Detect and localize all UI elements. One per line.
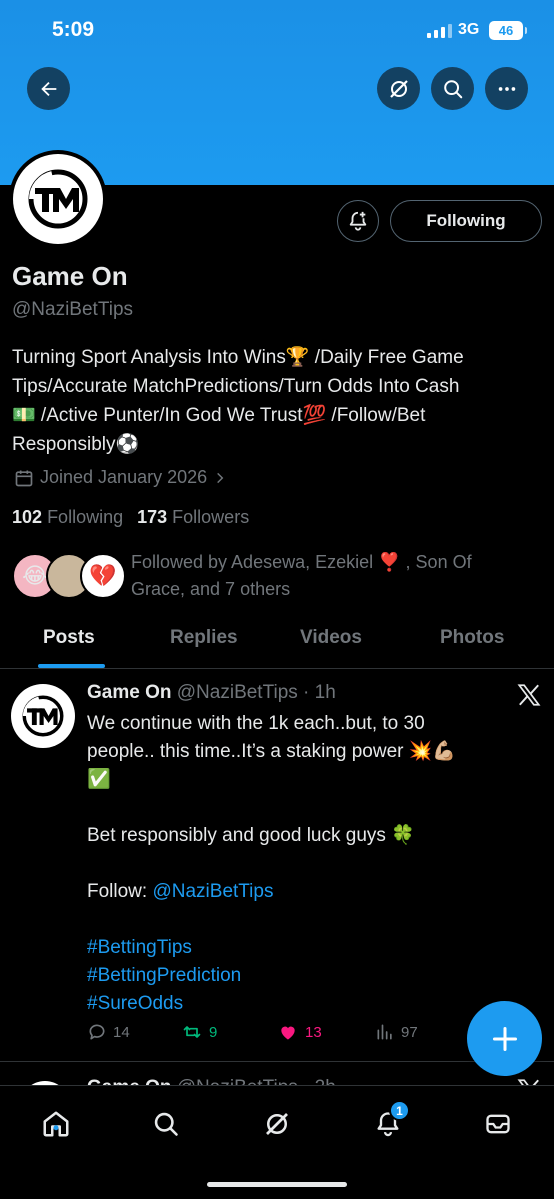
post-text: ✅: [87, 769, 111, 790]
followers-stat[interactable]: 173 Followers: [137, 507, 249, 528]
post-header: Game On @NaziBetTips · 2h: [87, 1077, 336, 1085]
more-icon: [498, 86, 515, 91]
plus-icon: [492, 1026, 517, 1051]
joined-text: Joined January 2026: [40, 467, 208, 487]
search-icon: [154, 1112, 178, 1136]
post-author-handle[interactable]: @NaziBetTips: [177, 682, 298, 703]
grok-button[interactable]: [377, 67, 420, 110]
reply-count: 14: [113, 1023, 130, 1041]
post-meta: @NaziBetTips · 2h: [177, 1077, 336, 1085]
reply-icon: [89, 1024, 105, 1040]
notification-badge: 1: [389, 1100, 410, 1121]
nav-search[interactable]: [146, 1104, 186, 1144]
bio-line: 💵 /Active Punter/In God We Trust💯 /Follo…: [12, 405, 426, 426]
grok-icon: [389, 79, 408, 98]
repost-button[interactable]: 9: [181, 1022, 217, 1042]
battery-icon: 46: [489, 21, 527, 40]
following-button[interactable]: Following: [390, 200, 542, 242]
profile-handle: @NaziBetTips: [12, 299, 134, 320]
status-bar: 5:09 3G 46: [0, 0, 554, 60]
network-type: 3G: [458, 21, 480, 38]
view-count: 97: [401, 1023, 418, 1041]
post-author-name[interactable]: Game On: [87, 682, 171, 703]
bio-line: Responsibly⚽: [12, 434, 140, 455]
bell-add-icon: [349, 211, 367, 231]
reply-button[interactable]: 14: [87, 1022, 130, 1042]
post-text: Follow:: [87, 881, 153, 902]
joined-date[interactable]: Joined January 2026: [14, 467, 227, 488]
repost-icon: [183, 1026, 201, 1038]
post-text: people.. this time..It’s a staking power…: [87, 741, 457, 762]
nav-notifications[interactable]: 1: [368, 1100, 410, 1144]
home-icon: [43, 1111, 69, 1137]
follow-stats: 102 Following 173 Followers: [12, 507, 249, 528]
following-count: 102: [12, 507, 43, 527]
following-stat[interactable]: 102 Following: [12, 507, 123, 528]
compose-button[interactable]: [467, 1001, 542, 1076]
tab-posts[interactable]: Posts: [43, 627, 95, 649]
post-header: Game On @NaziBetTips · 1h: [87, 682, 336, 704]
followers-count: 173: [137, 507, 168, 527]
views-icon: [377, 1024, 392, 1040]
search-button[interactable]: [431, 67, 474, 110]
hashtag-link[interactable]: #SureOdds: [87, 990, 527, 1018]
tab-photos[interactable]: Photos: [440, 627, 504, 649]
hashtag-link[interactable]: #BettingPrediction: [87, 962, 527, 990]
mention-link[interactable]: @NaziBetTips: [152, 881, 273, 902]
back-arrow-icon: [40, 81, 56, 96]
next-post[interactable]: Game On @NaziBetTips · 2h: [0, 1063, 554, 1085]
calendar-icon: [15, 470, 33, 486]
search-icon: [443, 79, 462, 98]
more-button[interactable]: [485, 67, 528, 110]
like-count: 13: [305, 1023, 322, 1041]
tm-logo-icon: [28, 169, 88, 229]
followed-by-avatars: 😂 💔: [12, 553, 126, 599]
post-separator: ·: [297, 682, 315, 703]
bio-line: Tips/Accurate MatchPredictions/Turn Odds…: [12, 376, 460, 397]
post[interactable]: Game On @NaziBetTips · 1h We continue wi…: [0, 670, 554, 1062]
views-button[interactable]: 97: [375, 1022, 418, 1042]
followed-by-text: Followed by Adesewa, Ezekiel ❣️ , Son Of…: [131, 552, 472, 599]
post-follow-line: Follow: @NaziBetTips: [87, 878, 527, 906]
tm-logo-icon: [22, 695, 64, 737]
post-avatar[interactable]: [11, 684, 75, 748]
x-logo-icon: [517, 684, 541, 706]
hashtag-link[interactable]: #BettingTips: [87, 934, 527, 962]
nav-messages[interactable]: [478, 1104, 518, 1144]
signal-icon: [427, 24, 452, 38]
notify-button[interactable]: [337, 200, 379, 242]
nav-home[interactable]: [36, 1104, 76, 1144]
followers-label: Followers: [172, 507, 250, 527]
status-time: 5:09: [52, 18, 95, 41]
profile-avatar[interactable]: [9, 150, 107, 248]
heart-icon: [281, 1026, 295, 1040]
tab-replies[interactable]: Replies: [170, 627, 238, 649]
active-tab-indicator: [38, 664, 105, 668]
post-text: We continue with the 1k each..but, to 30: [87, 713, 425, 734]
post-body: We continue with the 1k each..but, to 30…: [87, 710, 527, 1018]
avatar: 💔: [80, 553, 126, 599]
bio-line: Turning Sport Analysis Into Wins🏆 /Daily…: [12, 347, 464, 368]
chevron-right-icon: [217, 472, 224, 483]
profile-display-name: Game On: [12, 261, 128, 291]
x-logo-icon: [517, 1079, 539, 1085]
following-label: Following: [47, 507, 124, 527]
repost-count: 9: [209, 1023, 218, 1041]
back-button[interactable]: [27, 67, 70, 110]
tab-videos[interactable]: Videos: [300, 627, 362, 649]
post-author-name: Game On: [87, 1077, 171, 1085]
post-actions: 14 9 13 97: [87, 1022, 427, 1046]
post-text: Bet responsibly and good luck guys 🍀: [87, 825, 415, 846]
nav-grok[interactable]: [257, 1104, 297, 1144]
followed-by[interactable]: 😂 💔 Followed by Adesewa, Ezekiel ❣️ , So…: [12, 547, 542, 607]
grok-icon: [266, 1113, 288, 1135]
like-button[interactable]: 13: [277, 1022, 322, 1042]
profile-tabs: Posts Replies Videos Photos: [0, 612, 554, 669]
home-indicator[interactable]: [207, 1182, 347, 1187]
messages-icon: [486, 1114, 510, 1134]
bottom-nav: 1: [0, 1085, 554, 1199]
profile-bio: Turning Sport Analysis Into Wins🏆 /Daily…: [12, 343, 542, 459]
post-time: 1h: [314, 682, 336, 703]
